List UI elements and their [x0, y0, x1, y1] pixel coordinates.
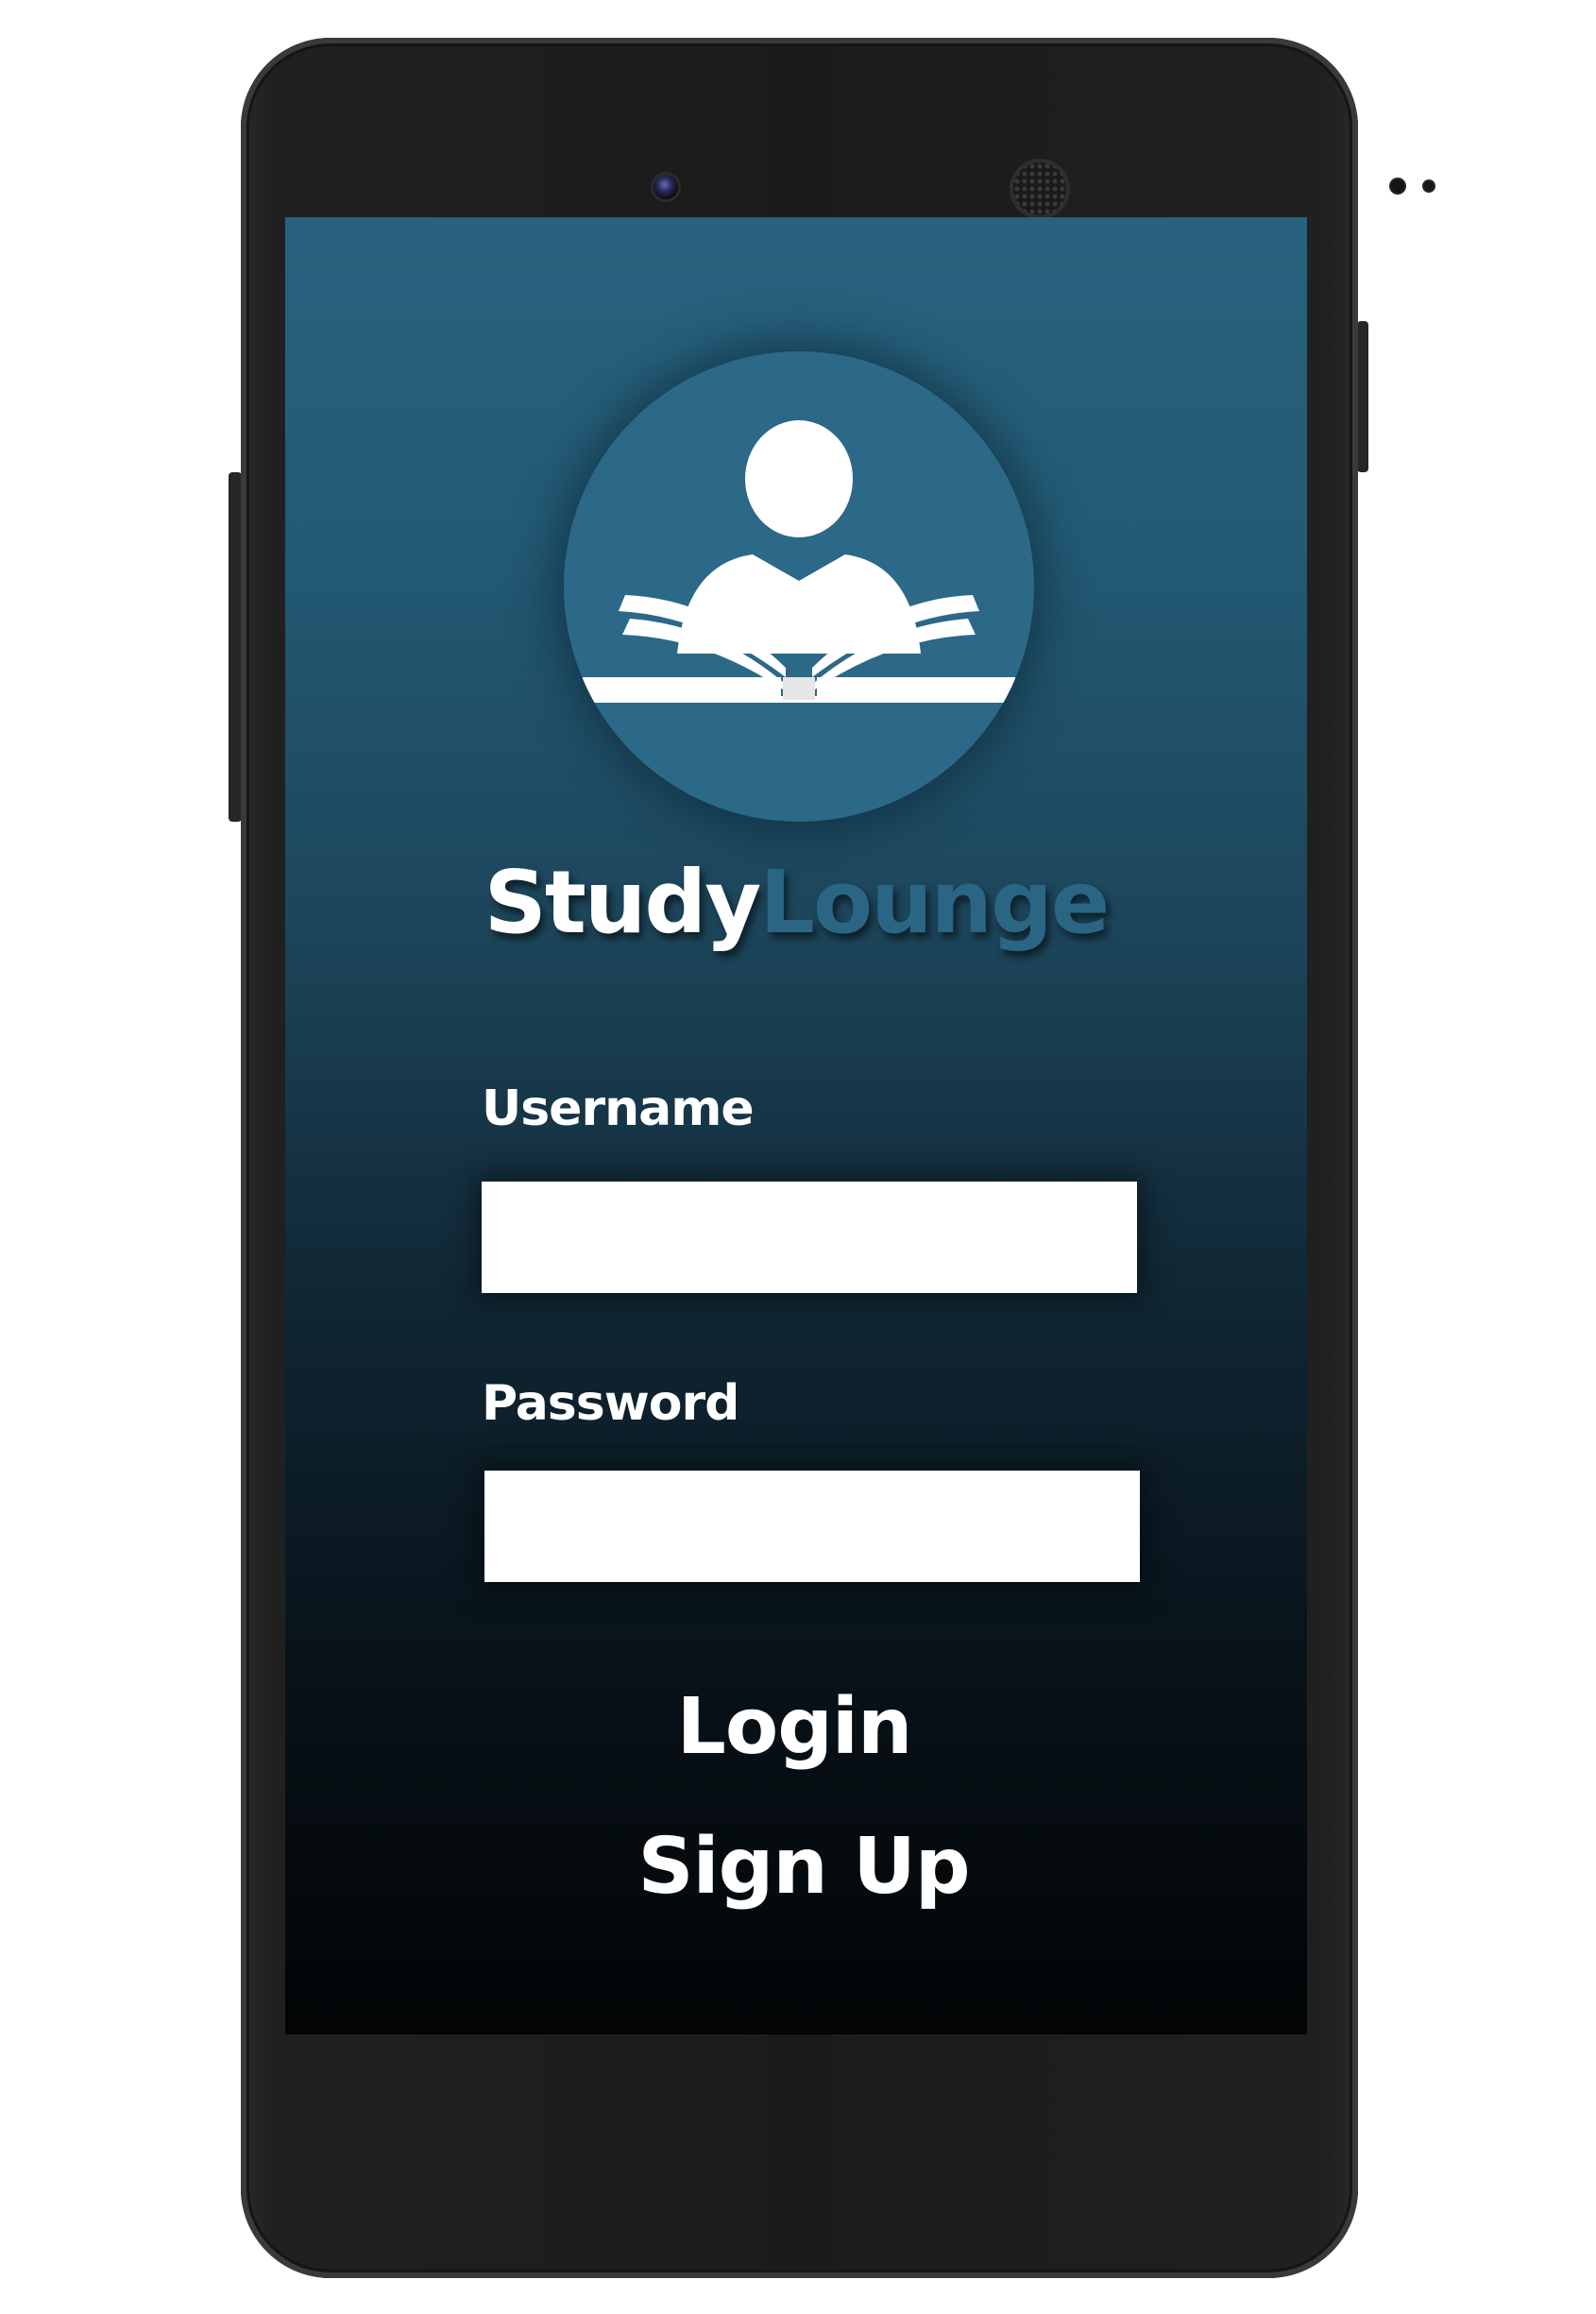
proximity-sensor-icon: [1391, 179, 1404, 193]
login-screen: StudyLounge Username Password Login Sign…: [285, 217, 1307, 2034]
volume-button: [229, 472, 242, 822]
person-reading-book-icon: [564, 420, 1034, 710]
device-frame: StudyLounge Username Password Login Sign…: [0, 0, 1596, 2314]
earpiece-speaker-icon: [1013, 162, 1066, 215]
app-logo: [564, 351, 1034, 822]
light-sensor-icon: [1424, 181, 1434, 191]
front-camera-icon: [654, 175, 678, 199]
password-label: Password: [482, 1375, 739, 1432]
username-input[interactable]: [482, 1182, 1137, 1293]
username-label: Username: [482, 1080, 755, 1137]
login-button[interactable]: Login: [285, 1689, 1305, 1766]
password-input[interactable]: [484, 1471, 1140, 1582]
sign-up-button[interactable]: Sign Up: [293, 1829, 1307, 1906]
app-title-lounge: Lounge: [759, 852, 1110, 953]
app-title: StudyLounge: [285, 859, 1307, 946]
app-title-study: Study: [484, 852, 762, 953]
power-button: [1357, 321, 1368, 472]
